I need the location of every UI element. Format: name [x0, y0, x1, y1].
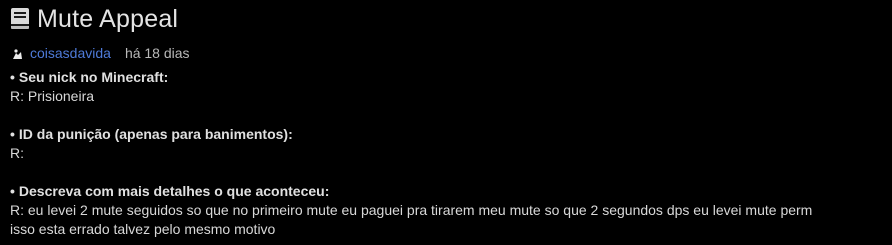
- bullet: •: [10, 126, 15, 142]
- post-timestamp: há 18 dias: [124, 45, 190, 61]
- post-body: • Seu nick no Minecraft: R: Prisioneira •…: [10, 68, 888, 239]
- field-answer-continued: isso esta errado talvez pelo mesmo motiv…: [10, 221, 276, 237]
- question-text: Seu nick no Minecraft:: [18, 69, 169, 85]
- field-answer: R: eu levei 2 mute seguidos so que no pr…: [10, 202, 813, 218]
- question-text: Descreva com mais detalhes o que acontec…: [18, 183, 330, 199]
- post-meta: coisasdavida há 18 dias: [10, 44, 190, 62]
- question-text: ID da punição (apenas para banimentos):: [18, 126, 293, 142]
- field-answer: R:: [10, 145, 24, 161]
- field-answer: R: Prisioneira: [10, 88, 95, 104]
- bullet: •: [10, 69, 15, 85]
- avatar[interactable]: [10, 47, 24, 61]
- author-link[interactable]: coisasdavida: [30, 45, 111, 61]
- book-icon: [10, 7, 31, 31]
- field-question: • Seu nick no Minecraft:: [10, 68, 888, 87]
- bullet: •: [10, 183, 15, 199]
- post-header: Mute Appeal: [10, 4, 178, 34]
- page-title: Mute Appeal: [37, 4, 179, 33]
- field-question: • ID da punição (apenas para banimentos):: [10, 125, 888, 144]
- field-question: • Descreva com mais detalhes o que aconte…: [10, 182, 888, 201]
